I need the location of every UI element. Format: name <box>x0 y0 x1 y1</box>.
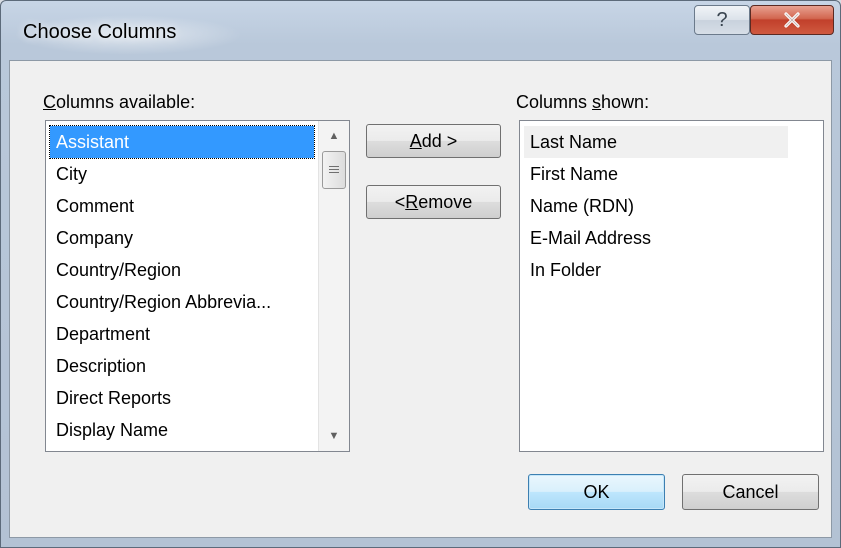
vertical-scrollbar[interactable]: ▲ ▼ <box>318 121 349 451</box>
help-icon: ? <box>716 8 728 31</box>
remove-button[interactable]: < Remove <box>366 185 501 219</box>
dialog-title: Choose Columns <box>23 21 177 43</box>
ok-button[interactable]: OK <box>528 474 665 510</box>
list-item-country-region[interactable]: Country/Region <box>50 254 181 286</box>
list-item-company[interactable]: Company <box>50 222 133 254</box>
columns-available-list[interactable]: Assistant City Comment Company Country/R… <box>45 120 350 452</box>
list-item-display-name[interactable]: Display Name <box>50 414 168 446</box>
cancel-button[interactable]: Cancel <box>682 474 819 510</box>
title-bar[interactable]: Choose Columns ? <box>1 1 840 59</box>
columns-shown-label: Columns shown: <box>516 92 650 112</box>
close-icon <box>784 12 800 28</box>
list-item-first-name[interactable]: First Name <box>524 158 618 190</box>
list-item-city[interactable]: City <box>50 158 87 190</box>
list-item-last-name[interactable]: Last Name <box>524 126 788 158</box>
list-item-comment[interactable]: Comment <box>50 190 134 222</box>
columns-shown-list[interactable]: Last Name First Name Name (RDN) E-Mail A… <box>519 120 824 452</box>
add-button[interactable]: Add > <box>366 124 501 158</box>
dialog-body: Columns available: Assistant City Commen… <box>9 60 832 538</box>
list-item-direct-reports[interactable]: Direct Reports <box>50 382 171 414</box>
grip-icon <box>329 165 339 175</box>
columns-available-label: Columns available: <box>43 92 196 112</box>
list-item-email-address[interactable]: E-Mail Address <box>524 222 651 254</box>
scroll-down-icon[interactable]: ▼ <box>319 421 349 451</box>
list-item-department[interactable]: Department <box>50 318 150 350</box>
close-button[interactable] <box>750 5 834 35</box>
choose-columns-dialog: Choose Columns ? Columns available: Assi… <box>0 0 841 548</box>
list-item-name-rdn[interactable]: Name (RDN) <box>524 190 634 222</box>
list-item-country-region-abbreviation[interactable]: Country/Region Abbrevia... <box>50 286 271 318</box>
list-item-description[interactable]: Description <box>50 350 146 382</box>
list-item-assistant[interactable]: Assistant <box>49 125 315 159</box>
scroll-up-icon[interactable]: ▲ <box>319 121 349 151</box>
list-item-in-folder[interactable]: In Folder <box>524 254 601 286</box>
help-button[interactable]: ? <box>694 5 750 35</box>
scroll-thumb[interactable] <box>322 151 346 189</box>
